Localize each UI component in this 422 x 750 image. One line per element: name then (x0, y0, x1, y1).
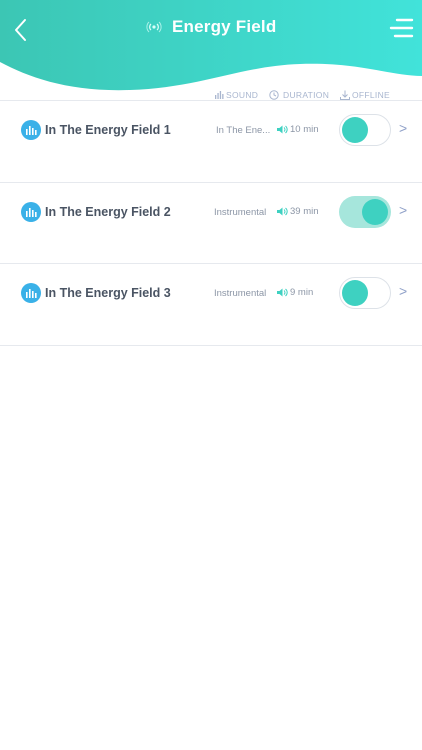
header: Energy Field (0, 0, 422, 100)
title-area: Energy Field (0, 17, 422, 37)
track-row[interactable]: In The Energy Field 3 Instrumental 9 min… (0, 264, 422, 346)
column-header-sound-label: SOUND (226, 90, 259, 100)
track-duration-label: 10 min (290, 124, 319, 135)
track-title: In The Energy Field 1 (45, 123, 171, 137)
toggle-knob (342, 116, 368, 143)
track-list: In The Energy Field 1 In The Ene... 10 m… (0, 100, 422, 346)
column-header-duration-label: DURATION (283, 90, 330, 100)
column-header-offline: OFFLINE (340, 90, 390, 100)
track-icon (21, 120, 41, 140)
track-title: In The Energy Field 2 (45, 204, 171, 219)
signal-waves-icon (145, 21, 162, 33)
track-duration: 10 min (277, 124, 319, 135)
column-header-duration: DURATION (269, 90, 329, 100)
track-detail-arrow[interactable]: > (399, 283, 407, 299)
offline-toggle[interactable] (339, 114, 391, 146)
track-duration: 9 min (277, 287, 313, 298)
hamburger-menu-icon (389, 18, 414, 38)
toggle-knob (362, 198, 388, 225)
offline-toggle[interactable] (339, 195, 391, 228)
track-icon (21, 201, 41, 222)
header-wave-background (0, 0, 422, 91)
equalizer-icon (25, 207, 37, 217)
track-icon (21, 283, 41, 303)
column-header-sound: SOUND (215, 90, 258, 100)
track-detail-arrow[interactable]: > (399, 120, 407, 136)
track-sound: Instrumental (214, 206, 267, 218)
track-row[interactable]: In The Energy Field 1 In The Ene... 10 m… (0, 101, 422, 183)
track-detail-arrow[interactable]: > (399, 202, 407, 218)
menu-button[interactable] (388, 16, 414, 40)
speaker-icon (277, 288, 288, 297)
column-header-offline-label: OFFLINE (352, 90, 390, 100)
track-row[interactable]: In The Energy Field 2 Instrumental 39 mi… (0, 183, 422, 264)
track-title: In The Energy Field 3 (45, 286, 171, 300)
download-icon (340, 90, 350, 100)
page-title: Energy Field (172, 17, 277, 36)
clock-icon (269, 90, 279, 100)
track-duration-label: 39 min (290, 205, 319, 217)
toggle-knob (342, 279, 368, 306)
equalizer-icon (25, 126, 37, 135)
equalizer-icon (25, 289, 37, 298)
speaker-icon (277, 125, 288, 134)
sound-bars-icon (215, 91, 224, 99)
track-sound: Instrumental (214, 288, 267, 299)
track-duration: 39 min (277, 206, 319, 217)
track-duration-label: 9 min (290, 287, 314, 298)
speaker-icon (277, 207, 288, 215)
track-sound: In The Ene... (216, 125, 271, 136)
offline-toggle[interactable] (339, 277, 391, 309)
